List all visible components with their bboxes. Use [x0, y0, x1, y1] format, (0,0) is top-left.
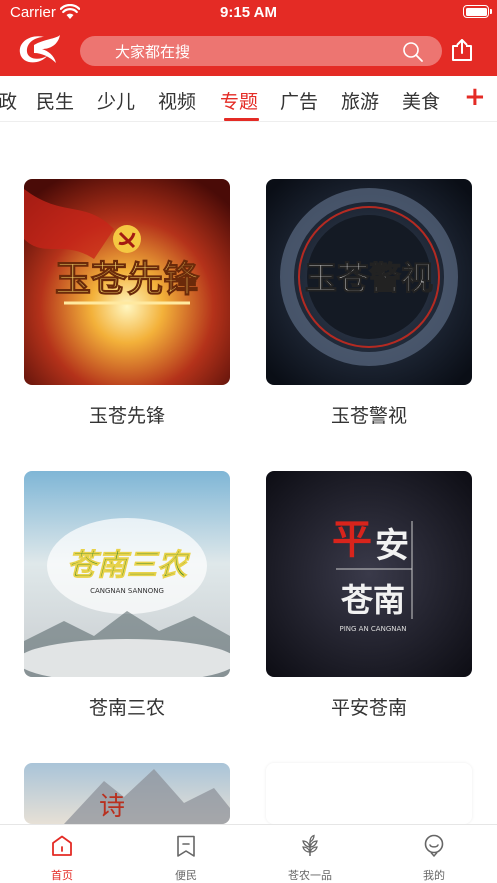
status-time: 9:15 AM	[220, 4, 277, 21]
topic-thumbnail[interactable]	[266, 763, 472, 824]
thumb-subtext: CANGNAN SANNONG	[90, 587, 164, 595]
app-header: Carrier 9:15 AM 大家都在搜	[0, 0, 497, 76]
nav-profile[interactable]: 我的	[372, 825, 496, 883]
bookmark-icon	[174, 834, 198, 858]
topic-thumbnail[interactable]: 诗	[24, 763, 230, 824]
share-upload-icon[interactable]	[450, 38, 474, 66]
nav-profile-label: 我的	[423, 869, 445, 882]
thumb-text: 玉苍先锋	[55, 258, 200, 300]
app-logo[interactable]	[14, 31, 62, 69]
tab-special-topics[interactable]: 专题	[220, 87, 258, 114]
topic-title: 平安苍南	[330, 697, 407, 719]
thumb-text: 苍南三农	[67, 548, 191, 583]
search-icon[interactable]	[402, 41, 424, 67]
topic-thumbnail[interactable]: 玉苍先锋	[24, 179, 230, 385]
topic-thumbnail[interactable]: 玉苍警视	[266, 179, 472, 385]
thumb-subtext: PING AN CANGNAN	[339, 625, 406, 633]
nav-home[interactable]: 首页	[0, 825, 124, 883]
thumb-text-2: 安	[375, 526, 409, 566]
nav-agri-products[interactable]: 苍农一品	[248, 825, 372, 883]
topic-title: 玉苍警视	[330, 405, 407, 427]
tab-children[interactable]: 少儿	[97, 87, 135, 114]
bottom-navigation: 首页 便民 苍农一品 我的	[0, 824, 497, 883]
tab-livelihood[interactable]: 民生	[36, 87, 74, 114]
thumb-text-1: 平	[332, 516, 372, 563]
profile-icon	[422, 834, 446, 858]
topic-thumbnail[interactable]: 苍南三农 CANGNAN SANNONG	[24, 471, 230, 677]
search-placeholder: 大家都在搜	[115, 43, 191, 61]
status-bar: Carrier 9:15 AM	[0, 0, 497, 26]
thumb-text: 玉苍警视	[305, 259, 433, 297]
topic-title: 苍南三农	[88, 697, 165, 719]
add-channel-button[interactable]: +	[464, 82, 486, 112]
tab-ads[interactable]: 广告	[280, 87, 318, 114]
active-tab-indicator	[224, 118, 259, 121]
thumb-text: 诗	[99, 792, 125, 822]
nav-agri-products-label: 苍农一品	[288, 869, 332, 882]
nav-services-label: 便民	[175, 869, 197, 882]
tab-food[interactable]: 美食	[402, 87, 440, 114]
thumb-text-3: 苍南	[341, 581, 405, 619]
search-input[interactable]: 大家都在搜	[80, 36, 442, 66]
category-tabbar: 政 民生 少儿 视频 专题 广告 旅游 美食 +	[0, 76, 497, 122]
battery-icon	[463, 5, 492, 18]
tab-video[interactable]: 视频	[158, 87, 196, 114]
topic-title: 玉苍先锋	[88, 405, 165, 427]
nav-services[interactable]: 便民	[124, 825, 248, 883]
home-icon	[50, 834, 74, 858]
tab-travel[interactable]: 旅游	[341, 87, 379, 114]
leaf-icon	[298, 834, 322, 858]
topic-thumbnail[interactable]: 平 安 苍南 PING AN CANGNAN	[266, 471, 472, 677]
nav-home-label: 首页	[51, 869, 73, 882]
tab-politics[interactable]: 政	[0, 87, 17, 114]
